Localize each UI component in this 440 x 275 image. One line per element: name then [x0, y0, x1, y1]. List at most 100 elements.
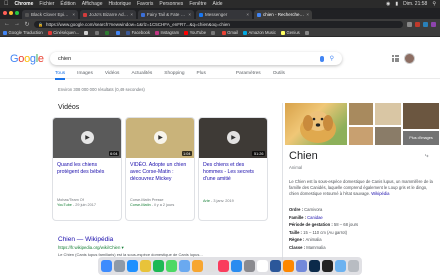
video-title[interactable]: Des chiens et des hommes - Les secrets d… — [199, 158, 267, 192]
extension-icon[interactable] — [431, 21, 436, 27]
apps-grid-icon[interactable] — [392, 55, 399, 62]
address-bar[interactable]: 🔒 https://www.google.com/search?newwindo… — [34, 20, 403, 28]
bookmark-item[interactable] — [105, 30, 111, 35]
search-icon[interactable]: ⚲ — [330, 55, 334, 62]
menu-edit[interactable]: Édition — [60, 1, 75, 7]
tab-all[interactable]: Tous — [55, 71, 66, 80]
knowledge-image[interactable] — [403, 103, 439, 129]
search-input[interactable]: chien ⚲ — [50, 52, 342, 65]
knowledge-image[interactable] — [375, 103, 401, 125]
video-title[interactable]: Quand les chiens protègent des bébés — [53, 158, 121, 192]
tab-more[interactable]: Plus — [197, 71, 206, 80]
bookmark-item[interactable]: Amazon Music — [243, 30, 276, 35]
bookmark-item[interactable] — [211, 30, 217, 35]
close-window-icon[interactable] — [3, 11, 7, 15]
bookmark-item[interactable]: Gmail — [221, 30, 238, 35]
extension-icon[interactable] — [423, 21, 428, 27]
bookmark-item[interactable]: Facebook — [126, 30, 150, 35]
trash-icon[interactable] — [348, 260, 359, 272]
bookmark-item[interactable]: Google Traduction — [3, 30, 43, 35]
chrome-icon[interactable] — [140, 260, 151, 272]
video-card[interactable]: ▶ 6:04 Quand les chiens protègent des bébé… — [52, 117, 122, 221]
video-card[interactable]: ▶ 1:04 VIDÉO. Adopte un chien avec Corse-M… — [125, 117, 195, 221]
photoshop-icon[interactable] — [309, 260, 320, 272]
wikipedia-link[interactable]: Wikipédia — [371, 191, 389, 196]
video-thumbnail[interactable]: ▶ 51:26 — [199, 118, 267, 158]
bookmark-item[interactable] — [94, 30, 101, 35]
knowledge-main-image[interactable] — [285, 103, 347, 145]
forward-icon[interactable]: → — [14, 21, 20, 27]
spotify-icon[interactable] — [153, 260, 164, 272]
lock-icon[interactable]: 🔒 — [38, 22, 43, 27]
extension-icon[interactable] — [407, 21, 412, 27]
play-icon[interactable]: ▶ — [81, 131, 94, 144]
messages-icon[interactable] — [166, 260, 177, 272]
menu-history[interactable]: Historique — [108, 1, 131, 7]
back-icon[interactable]: ← — [4, 21, 10, 27]
wiki-result-url[interactable]: https://fr.wikipedia.org/wiki/Chien ▾ — [58, 245, 124, 251]
apple-icon[interactable]:  — [4, 1, 9, 7]
finder-icon[interactable] — [101, 260, 112, 272]
terminal-icon[interactable] — [322, 260, 333, 272]
video-card[interactable]: ▶ 51:26 Des chiens et des hommes - Les sec… — [198, 117, 268, 221]
browser-tab[interactable]: chien - Recherche Google× — [254, 10, 312, 19]
discord-icon[interactable] — [296, 260, 307, 272]
menu-view[interactable]: Affichage — [82, 1, 103, 7]
tab-tools[interactable]: Outils — [273, 71, 285, 80]
spotlight-icon[interactable]: ⚲ — [432, 1, 436, 7]
microphone-icon[interactable] — [319, 55, 324, 62]
knowledge-image[interactable] — [375, 127, 401, 145]
music-icon[interactable] — [218, 260, 229, 272]
tab-shopping[interactable]: Shopping — [164, 71, 184, 80]
preferences-icon[interactable] — [244, 260, 255, 272]
browser-tab[interactable]: Black Clover Episode 16 - I× — [22, 10, 78, 19]
photos-icon[interactable] — [192, 260, 203, 272]
play-icon[interactable]: ▶ — [227, 131, 240, 144]
minimize-window-icon[interactable] — [9, 11, 13, 15]
appstore-icon[interactable] — [231, 260, 242, 272]
menu-file[interactable]: Fichier — [39, 1, 54, 7]
wifi-icon[interactable]: ◉ — [386, 1, 390, 7]
browser-tab[interactable]: JoJo's Bizarre Adventure× — [80, 10, 136, 19]
word-icon[interactable] — [270, 260, 281, 272]
tab-news[interactable]: Actualités — [131, 71, 152, 80]
menu-help[interactable]: Aide — [213, 1, 223, 7]
maximize-window-icon[interactable] — [15, 11, 19, 15]
wiki-result-title[interactable]: Chien — Wikipédia — [58, 236, 113, 243]
play-icon[interactable]: ▶ — [154, 131, 167, 144]
launchpad-icon[interactable] — [114, 260, 125, 272]
video-title[interactable]: VIDÉO. Adopte un chien avec Corse-Matin … — [126, 158, 194, 192]
tab-videos[interactable]: Vidéos — [105, 71, 120, 80]
browser-tab[interactable]: Messenger × — [196, 10, 252, 19]
calendar-icon[interactable] — [257, 260, 268, 272]
more-images-button[interactable]: Plus d'images — [403, 131, 439, 145]
share-icon[interactable]: ⤷ — [425, 153, 428, 160]
video-thumbnail[interactable]: ▶ 6:04 — [53, 118, 121, 158]
safari-icon[interactable] — [127, 260, 138, 272]
browser-tab[interactable]: Fairy Tail & Fate Online Sub× — [138, 10, 194, 19]
battery-icon[interactable]: ▮ — [395, 1, 398, 7]
video-thumbnail[interactable]: ▶ 1:04 — [126, 118, 194, 158]
bookmark-item[interactable]: YouTube — [184, 30, 206, 35]
menubar-clock[interactable]: Dim. 21:58 — [403, 1, 427, 7]
menu-app-name[interactable]: Chrome — [15, 1, 34, 7]
google-logo[interactable]: Google — [10, 53, 44, 65]
knowledge-image[interactable] — [349, 127, 373, 145]
folder-icon[interactable] — [335, 260, 346, 272]
close-tab-icon[interactable]: × — [188, 12, 191, 17]
extension-icon[interactable] — [415, 21, 420, 27]
close-tab-icon[interactable]: × — [130, 12, 133, 17]
close-tab-icon[interactable]: × — [72, 12, 75, 17]
itunes-icon[interactable] — [205, 260, 216, 272]
close-tab-icon[interactable]: × — [306, 12, 309, 17]
bookmark-item[interactable] — [84, 30, 90, 35]
tab-settings[interactable]: Paramètres — [236, 71, 261, 80]
bookmark-item[interactable]: Genius — [280, 30, 300, 35]
bookmark-item[interactable]: Cinéséquen... — [47, 30, 79, 35]
fact-value[interactable]: Canidae — [307, 215, 323, 220]
bookmark-item[interactable] — [115, 30, 122, 35]
vlc-icon[interactable] — [283, 260, 294, 272]
close-tab-icon[interactable]: × — [246, 12, 249, 17]
tab-images[interactable]: Images — [77, 71, 93, 80]
bookmark-item[interactable] — [304, 30, 311, 35]
